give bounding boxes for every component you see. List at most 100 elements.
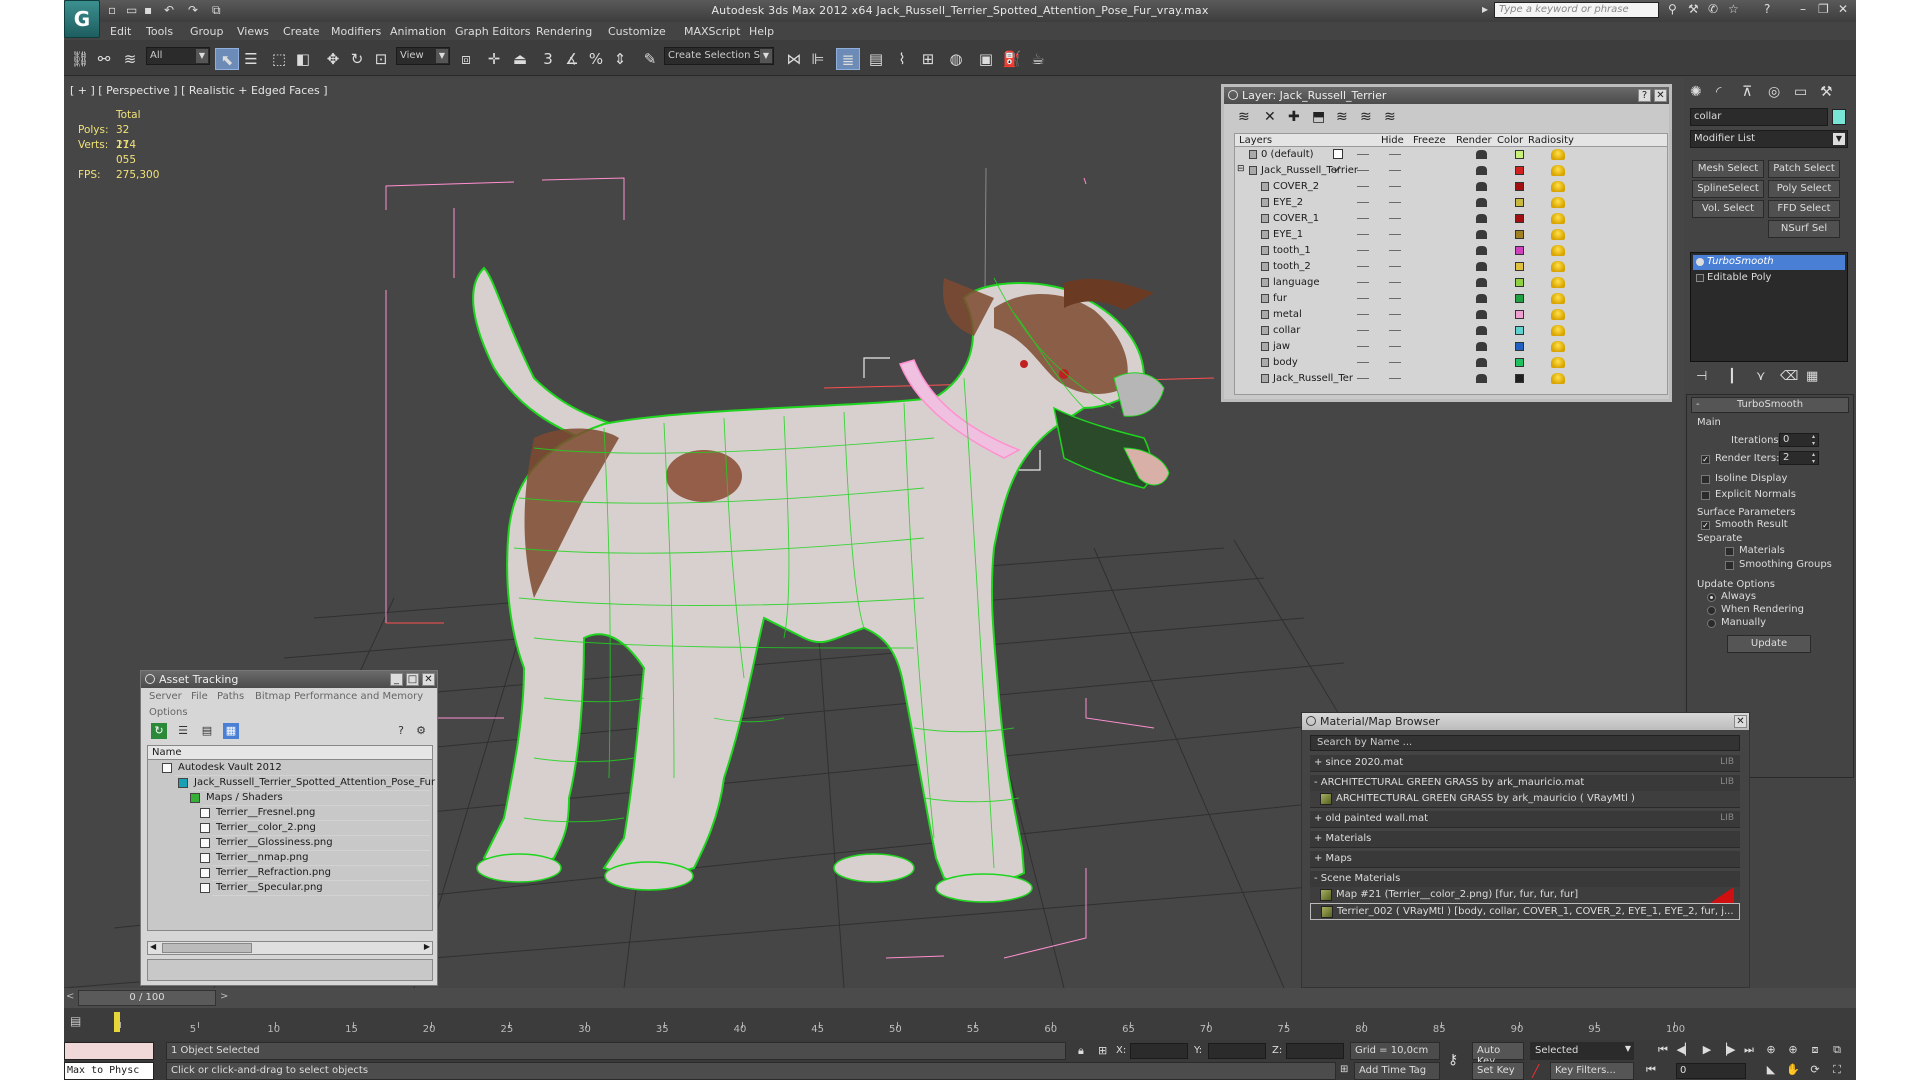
select-manipulate-icon[interactable]: ✛ [482, 48, 506, 70]
freeze-toggle[interactable] [1389, 266, 1401, 267]
layer-panel-title-bar[interactable]: Layer: Jack_Russell_Terrier ? ✕ [1224, 87, 1669, 104]
prev-frame-icon[interactable]: < [66, 991, 74, 1002]
lock-selection-icon[interactable]: 🔒︎ [1078, 1044, 1084, 1058]
next-key-icon[interactable]: ▕▶ [1718, 1043, 1736, 1059]
settings-icon[interactable]: ⚙ [413, 723, 429, 739]
radiosity-icon[interactable] [1551, 165, 1565, 176]
render-iters-checkbox[interactable]: ✓ [1701, 455, 1710, 464]
asset-tracking-title-bar[interactable]: Asset Tracking _ □ ✕ [141, 671, 437, 688]
table-view-icon[interactable]: ▦ [223, 723, 239, 739]
layer-row[interactable]: Jack_Russell_Ter [1235, 371, 1669, 387]
add-time-tag[interactable]: Add Time Tag [1354, 1062, 1440, 1080]
menu-file[interactable]: File [191, 691, 208, 702]
render-teapot-icon[interactable] [1476, 310, 1487, 319]
layer-name[interactable]: language [1273, 277, 1320, 288]
radiosity-icon[interactable] [1551, 245, 1565, 256]
rollout-title[interactable]: - TurboSmooth [1691, 397, 1849, 413]
render-teapot-icon[interactable] [1476, 294, 1487, 303]
radiosity-icon[interactable] [1551, 373, 1565, 384]
freeze-toggle[interactable] [1389, 186, 1401, 187]
make-unique-icon[interactable]: ⋎ [1756, 369, 1766, 384]
play-icon[interactable]: ▶ [1698, 1043, 1716, 1059]
column-layers[interactable]: Layers [1239, 135, 1272, 146]
spinner-snap-icon[interactable]: ⇕ [608, 48, 632, 70]
freeze-toggle[interactable] [1389, 314, 1401, 315]
asset-tracking-close-icon[interactable]: ✕ [422, 673, 435, 686]
layer-row[interactable]: collar [1235, 323, 1669, 339]
radiosity-icon[interactable] [1551, 181, 1565, 192]
utilities-tab-hammer-icon[interactable]: ⚒ [1820, 84, 1833, 100]
layer-name[interactable]: Jack_Russell_Ter [1273, 373, 1353, 384]
align-icon[interactable]: ⊫ [806, 48, 830, 70]
menu-views[interactable]: Views [237, 25, 269, 38]
render-iters-spinner[interactable]: 2 [1779, 451, 1819, 465]
lightbulb-icon[interactable] [1696, 258, 1704, 266]
layer-manager-icon[interactable]: ≣ [836, 48, 860, 70]
material-row[interactable]: - Scene Materials [1310, 871, 1740, 888]
window-crossing-icon[interactable]: ◧ [291, 48, 315, 70]
asset-row[interactable]: Jack_Russell_Terrier_Spotted_Attention_P… [178, 776, 435, 791]
save-icon[interactable]: ▪ [144, 3, 152, 17]
render-teapot-icon[interactable] [1476, 230, 1487, 239]
layer-name[interactable]: jaw [1273, 341, 1290, 352]
material-browser-title-bar[interactable]: Material/Map Browser ✕ [1302, 713, 1749, 730]
layer-color-swatch[interactable] [1515, 358, 1524, 367]
selection-filter-dropdown[interactable]: All ▼ [146, 47, 210, 65]
layer-row[interactable]: tooth_2 [1235, 259, 1669, 275]
freeze-toggle[interactable] [1389, 234, 1401, 235]
key-selection-dropdown[interactable]: Selected ▼ [1530, 1042, 1634, 1060]
layer-row[interactable]: COVER_2 [1235, 179, 1669, 195]
menu-create[interactable]: Create [283, 25, 320, 38]
absolute-mode-icon[interactable]: ⊞ [1098, 1044, 1107, 1057]
remove-modifier-icon[interactable]: ⌫ [1780, 369, 1798, 384]
menu-animation[interactable]: Animation [390, 25, 446, 38]
radiosity-icon[interactable] [1551, 229, 1565, 240]
asset-row[interactable]: Terrier__Refraction.png [200, 866, 430, 881]
layer-color-swatch[interactable] [1515, 278, 1524, 287]
scroll-left-icon[interactable]: ◀ [150, 942, 156, 951]
add-to-layer-icon[interactable]: ✚ [1288, 109, 1300, 125]
help-icon[interactable]: ? [393, 723, 409, 739]
layer-color-swatch[interactable] [1515, 166, 1524, 175]
set-key-mode-icon[interactable]: ⚷ [1448, 1052, 1458, 1068]
radiosity-icon[interactable] [1551, 149, 1565, 160]
material-row[interactable]: ARCHITECTURAL GREEN GRASS by ark_maurici… [1310, 791, 1740, 808]
render-teapot-icon[interactable] [1476, 374, 1487, 383]
y-coordinate-field[interactable] [1208, 1043, 1266, 1059]
hide-toggle[interactable] [1357, 362, 1369, 363]
layer-color-swatch[interactable] [1515, 262, 1524, 271]
current-layer-checkbox[interactable] [1333, 149, 1343, 159]
render-setup-icon[interactable]: ▣ [974, 48, 998, 70]
favorites-star-icon[interactable]: ☆ [1728, 2, 1739, 16]
menu-graph-editors[interactable]: Graph Editors [455, 25, 531, 38]
key-mode-toggle-icon[interactable]: ⏮ [1642, 1063, 1660, 1079]
undo-icon[interactable]: ↶ [164, 3, 174, 17]
scroll-right-icon[interactable]: ▶ [424, 942, 430, 951]
material-row[interactable]: + old painted wall.mat LIB [1310, 811, 1740, 828]
freeze-toggle[interactable] [1389, 218, 1401, 219]
layer-row[interactable]: metal [1235, 307, 1669, 323]
vol-select-button[interactable]: Vol. Select [1692, 200, 1764, 218]
pivot-center-icon[interactable]: ⧈ [454, 48, 478, 70]
layer-row[interactable]: jaw [1235, 339, 1669, 355]
unlink-icon[interactable]: ⚯ [92, 48, 116, 70]
stack-item-turbosmooth[interactable]: TurboSmooth [1693, 255, 1845, 270]
auto-key-button[interactable]: Auto Key [1472, 1042, 1524, 1067]
hide-toggle[interactable] [1357, 154, 1369, 155]
smoothing-groups-checkbox[interactable] [1725, 561, 1734, 570]
help-icon[interactable]: ? [1764, 2, 1770, 16]
orbit-icon[interactable]: ⟳ [1806, 1063, 1824, 1079]
x-coordinate-field[interactable] [1130, 1043, 1188, 1059]
zoom-extents-icon[interactable]: ⧈ [1806, 1043, 1824, 1059]
poly-select-button[interactable]: Poly Select [1768, 180, 1840, 198]
materials-checkbox[interactable] [1725, 547, 1734, 556]
radiosity-icon[interactable] [1551, 213, 1565, 224]
freeze-toggle[interactable] [1389, 362, 1401, 363]
snaps-toggle-icon[interactable]: 3 [536, 48, 560, 70]
layer-row[interactable]: language [1235, 275, 1669, 291]
freeze-toggle[interactable] [1389, 170, 1401, 171]
smooth-result-checkbox[interactable]: ✓ [1701, 521, 1710, 530]
render-teapot-icon[interactable] [1476, 214, 1487, 223]
modify-tab-icon[interactable]: ◜ [1716, 84, 1721, 100]
asset-row[interactable]: Terrier__nmap.png [200, 851, 430, 866]
